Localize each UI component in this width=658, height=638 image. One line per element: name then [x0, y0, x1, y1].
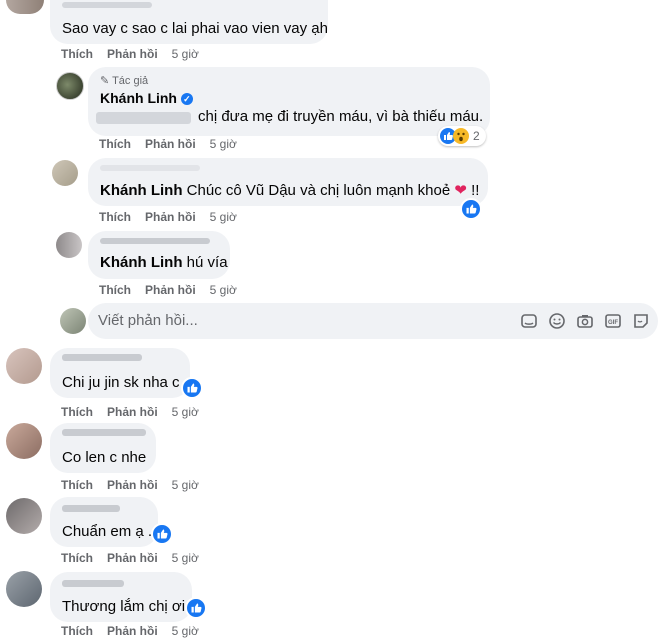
- reply-link[interactable]: Phản hồi: [145, 210, 196, 224]
- comment-text: chị đưa mẹ đi truyền máu, vì bà thiếu má…: [198, 108, 484, 125]
- like-link[interactable]: Thích: [61, 47, 93, 61]
- comment-text: Khánh Linh Chúc cô Vũ Dậu và chị luôn mạ…: [100, 182, 480, 199]
- avatar[interactable]: [6, 571, 42, 607]
- author-badge: ✎ Tác giả: [100, 75, 149, 87]
- comment-actions: Thích Phản hồi 5 giờ: [99, 283, 251, 297]
- comment-bubble: ✎ Tác giả Khánh Linh ✓ chị đưa mẹ đi tru…: [88, 67, 490, 136]
- mention-name[interactable]: [96, 112, 191, 124]
- reaction-summary[interactable]: 2: [438, 126, 486, 146]
- author-name[interactable]: [100, 165, 200, 171]
- avatar[interactable]: [6, 498, 42, 534]
- camera-icon[interactable]: [576, 312, 594, 330]
- timestamp[interactable]: 5 giờ: [172, 551, 199, 565]
- like-link[interactable]: Thích: [99, 137, 131, 151]
- heart-icon: ❤: [454, 182, 467, 199]
- reply-link[interactable]: Phản hồi: [145, 137, 196, 151]
- like-link[interactable]: Thích: [99, 210, 131, 224]
- like-reaction-icon[interactable]: [181, 377, 203, 399]
- reply-input[interactable]: Viết phản hồi... GIF: [88, 303, 658, 339]
- comment-bubble: Sao vay c sao c lai phai vao vien vay ạh: [50, 0, 328, 44]
- comment-actions: Thích Phản hồi 5 giờ: [99, 210, 251, 224]
- comment-text: Chi ju jin sk nha c: [62, 374, 180, 391]
- reply-link[interactable]: Phản hồi: [107, 551, 158, 565]
- timestamp[interactable]: 5 giờ: [172, 405, 199, 419]
- comment-text: Thương lắm chị ơi: [62, 598, 186, 615]
- avatar[interactable]: [56, 72, 84, 100]
- comment-text: Khánh Linh hú vía: [100, 254, 228, 271]
- emoji-icon[interactable]: [548, 312, 566, 330]
- reply-link[interactable]: Phản hồi: [107, 478, 158, 492]
- comment-actions: Thích Phản hồi 5 giờ: [61, 405, 213, 419]
- reply-placeholder: Viết phản hồi...: [98, 312, 198, 329]
- author-name[interactable]: [62, 505, 120, 512]
- comment-text: Sao vay c sao c lai phai vao vien vay ạh: [62, 20, 328, 37]
- avatar[interactable]: [52, 160, 78, 186]
- author-name[interactable]: Khánh Linh ✓: [100, 90, 193, 106]
- comment-bubble: Khánh Linh Chúc cô Vũ Dậu và chị luôn mạ…: [88, 158, 488, 206]
- author-name[interactable]: [62, 2, 152, 8]
- comment-actions: Thích Phản hồi 5 giờ: [61, 47, 213, 61]
- avatar[interactable]: [6, 0, 44, 14]
- reply-link[interactable]: Phản hồi: [107, 405, 158, 419]
- avatar[interactable]: [56, 232, 82, 258]
- author-name[interactable]: [62, 354, 142, 361]
- wow-reaction-icon: [453, 128, 469, 144]
- timestamp[interactable]: 5 giờ: [172, 47, 199, 61]
- timestamp[interactable]: 5 giờ: [172, 478, 199, 492]
- comment-bubble: Chi ju jin sk nha c: [50, 348, 190, 398]
- comment-actions: Thích Phản hồi 5 giờ: [61, 551, 213, 565]
- author-name[interactable]: [100, 238, 210, 244]
- like-reaction-icon[interactable]: [460, 198, 482, 220]
- comment-actions: Thích Phản hồi 5 giờ: [61, 478, 213, 492]
- like-reaction-icon[interactable]: [151, 523, 173, 545]
- pencil-icon: ✎: [100, 75, 110, 87]
- reply-link[interactable]: Phản hồi: [107, 47, 158, 61]
- svg-text:GIF: GIF: [608, 320, 618, 326]
- reaction-count: 2: [473, 129, 480, 143]
- comment-bubble: Thương lắm chị ơi: [50, 572, 192, 622]
- timestamp[interactable]: 5 giờ: [210, 283, 237, 297]
- comment-bubble: Co len c nhe: [50, 423, 156, 473]
- comment-text: Co len c nhe: [62, 449, 147, 466]
- comment-text: Chuẩn em ạ .: [62, 523, 153, 540]
- avatar-sticker-icon[interactable]: [632, 312, 650, 330]
- mention-name[interactable]: Khánh Linh: [100, 182, 183, 199]
- mention-name[interactable]: Khánh Linh: [100, 254, 183, 271]
- verified-icon: ✓: [180, 93, 193, 106]
- comment-bubble: Chuẩn em ạ .: [50, 497, 158, 547]
- author-name[interactable]: [62, 580, 124, 587]
- like-link[interactable]: Thích: [99, 283, 131, 297]
- avatar[interactable]: [6, 423, 42, 459]
- like-link[interactable]: Thích: [61, 405, 93, 419]
- comment-bubble: Khánh Linh hú vía: [88, 231, 230, 279]
- like-reaction-icon[interactable]: [185, 597, 207, 619]
- current-user-avatar[interactable]: [60, 308, 86, 334]
- reply-link[interactable]: Phản hồi: [145, 283, 196, 297]
- timestamp[interactable]: 5 giờ: [210, 137, 237, 151]
- timestamp[interactable]: 5 giờ: [210, 210, 237, 224]
- author-name[interactable]: [62, 429, 146, 436]
- like-link[interactable]: Thích: [61, 478, 93, 492]
- gif-icon[interactable]: GIF: [604, 312, 622, 330]
- sticker-icon[interactable]: [520, 312, 538, 330]
- comment-actions: Thích Phản hồi 5 giờ: [99, 137, 251, 151]
- avatar[interactable]: [6, 348, 42, 384]
- like-link[interactable]: Thích: [61, 551, 93, 565]
